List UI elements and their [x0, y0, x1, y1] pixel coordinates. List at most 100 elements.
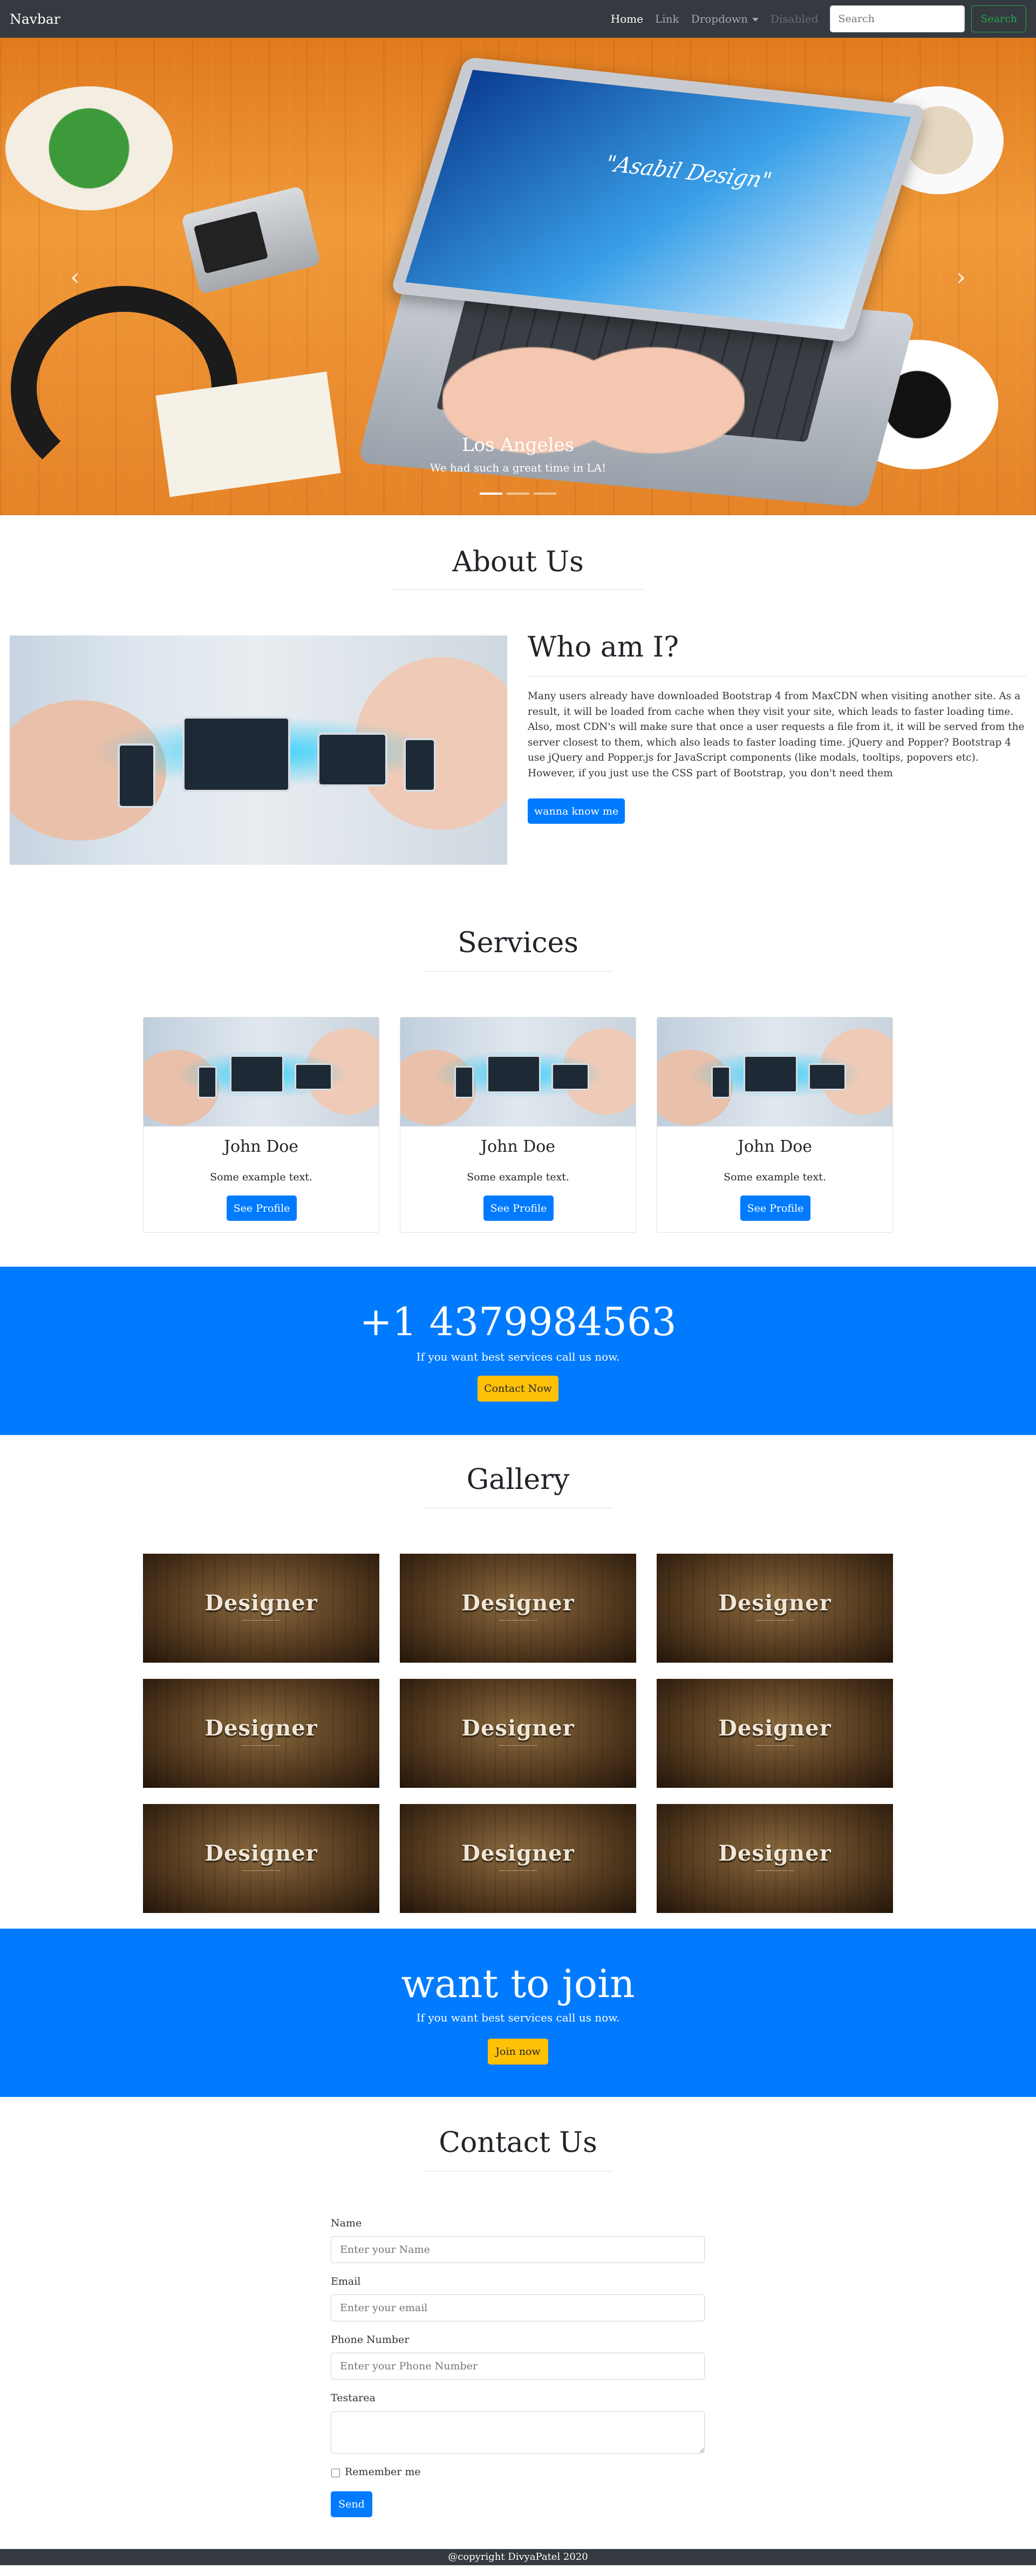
carousel-caption-title: Los Angeles: [461, 434, 575, 456]
gallery-image-subtext: ——————: [755, 1867, 794, 1874]
join-band: want to join If you want best services c…: [0, 1929, 1036, 2097]
gallery-image[interactable]: Designer ——————: [143, 1554, 379, 1663]
contact-title: Contact Us: [439, 2127, 597, 2159]
gallery-image[interactable]: Designer ——————: [400, 1554, 636, 1663]
send-button[interactable]: Send: [331, 2491, 372, 2517]
services-title: Services: [458, 927, 578, 959]
service-card-text: Some example text.: [467, 1171, 569, 1183]
textarea-label: Testarea: [331, 2392, 376, 2404]
wanna-know-me-button[interactable]: wanna know me: [528, 798, 625, 824]
gallery-image-subtext: ——————: [242, 1741, 281, 1749]
name-label: Name: [331, 2217, 362, 2229]
gallery-image-subtext: ——————: [755, 1741, 794, 1749]
phone-device-image: [711, 1066, 731, 1098]
plate-image: [5, 86, 173, 210]
call-subtitle: If you want best services call us now.: [416, 1350, 620, 1363]
carousel-indicator[interactable]: [534, 493, 556, 495]
tablet-device-image: [808, 1063, 846, 1090]
nav-link-disabled: Disabled: [770, 12, 819, 25]
contact-now-button[interactable]: Contact Now: [478, 1376, 558, 1402]
navbar-brand[interactable]: Navbar: [10, 11, 60, 27]
phone-device-image: [454, 1066, 474, 1098]
laptop-screen-image: "Asabil Design": [390, 57, 927, 343]
phone-device-image: [404, 738, 436, 792]
service-card-image: [657, 1017, 892, 1126]
service-card-image: [400, 1017, 636, 1126]
gallery-image-text: Designer: [461, 1841, 575, 1866]
about-title-divider: [391, 589, 645, 590]
navbar: Navbar Home Link Dropdown Disabled Searc…: [0, 0, 1036, 38]
who-divider: [528, 676, 1026, 677]
phone-number: +1 4379984563: [359, 1299, 677, 1344]
navbar-search-input[interactable]: [830, 5, 965, 32]
tablet-device-image: [551, 1063, 589, 1090]
caret-down-icon: [752, 18, 759, 22]
nav-link-link[interactable]: Link: [655, 12, 679, 25]
email-label: Email: [331, 2276, 361, 2287]
remember-me-checkbox[interactable]: [331, 2469, 340, 2477]
navbar-search-button[interactable]: Search: [971, 5, 1026, 32]
join-title: want to join: [401, 1961, 635, 2006]
nav-dropdown[interactable]: Dropdown: [691, 12, 759, 25]
about-title: About Us: [452, 546, 584, 578]
gallery-image[interactable]: Designer ——————: [400, 1804, 636, 1913]
gallery-image[interactable]: Designer ——————: [657, 1554, 893, 1663]
who-am-i-heading: Who am I?: [528, 631, 679, 664]
see-profile-button[interactable]: See Profile: [227, 1195, 297, 1221]
gallery-image-subtext: ——————: [242, 1867, 281, 1874]
hands-image: [442, 318, 745, 515]
nav-link-home[interactable]: Home: [611, 12, 643, 25]
carousel-indicator[interactable]: [480, 493, 502, 495]
email-input[interactable]: [331, 2294, 705, 2321]
service-card-image: [144, 1017, 379, 1126]
gallery-image[interactable]: Designer ——————: [143, 1804, 379, 1913]
join-now-button[interactable]: Join now: [488, 2039, 548, 2065]
services-title-divider: [424, 971, 612, 972]
join-subtitle: If you want best services call us now.: [416, 2011, 620, 2024]
remember-me-label: Remember me: [345, 2466, 421, 2478]
gallery-image[interactable]: Designer ——————: [657, 1679, 893, 1788]
gallery-image-text: Designer: [205, 1716, 318, 1741]
gallery-image-text: Designer: [205, 1590, 318, 1616]
gallery-image-subtext: ——————: [242, 1616, 281, 1624]
phone-number-label: Phone Number: [331, 2334, 410, 2346]
phone-number-input[interactable]: [331, 2353, 705, 2380]
gallery-image-subtext: ——————: [499, 1867, 537, 1874]
carousel-next-icon[interactable]: ›: [956, 264, 966, 289]
nav-dropdown-label: Dropdown: [691, 12, 748, 25]
gallery-image[interactable]: Designer ——————: [657, 1804, 893, 1913]
call-us-band: +1 4379984563 If you want best services …: [0, 1267, 1036, 1435]
about-paragraph: Many users already have downloaded Boots…: [528, 691, 1025, 779]
see-profile-button[interactable]: See Profile: [740, 1195, 810, 1221]
service-card-text: Some example text.: [210, 1171, 312, 1183]
see-profile-button[interactable]: See Profile: [483, 1195, 554, 1221]
service-card-name: John Doe: [223, 1137, 299, 1156]
navbar-menu: Home Link Dropdown Disabled Search: [599, 5, 1026, 32]
monitor-device-image: [182, 716, 290, 792]
gallery-image-text: Designer: [461, 1716, 575, 1741]
service-card-name: John Doe: [480, 1137, 556, 1156]
laptop-screen-text: "Asabil Design": [602, 151, 775, 194]
name-input[interactable]: [331, 2236, 705, 2263]
tablet-device-image: [317, 733, 387, 787]
footer: @copyright DivyaPatel 2020: [0, 2549, 1036, 2565]
gallery-image-text: Designer: [718, 1590, 831, 1616]
gallery-image-text: Designer: [461, 1590, 575, 1616]
service-card-text: Some example text.: [724, 1171, 826, 1183]
phone-device-image: [118, 743, 155, 808]
message-textarea[interactable]: [331, 2411, 705, 2454]
carousel-indicators: [0, 493, 1036, 495]
gallery-image[interactable]: Designer ——————: [400, 1679, 636, 1788]
about-image: [10, 636, 507, 865]
gallery-image[interactable]: Designer ——————: [143, 1679, 379, 1788]
monitor-device-image: [487, 1055, 541, 1093]
carousel-prev-icon[interactable]: ‹: [70, 264, 80, 289]
gallery-image-text: Designer: [718, 1716, 831, 1741]
gallery-image-text: Designer: [205, 1841, 318, 1866]
footer-copyright: @copyright DivyaPatel 2020: [448, 2551, 588, 2563]
gallery-title: Gallery: [466, 1464, 570, 1496]
carousel-indicator[interactable]: [507, 493, 529, 495]
service-card: John Doe Some example text. See Profile: [657, 1017, 893, 1233]
gallery-image-subtext: ——————: [755, 1616, 794, 1624]
gallery-image-subtext: ——————: [499, 1616, 537, 1624]
